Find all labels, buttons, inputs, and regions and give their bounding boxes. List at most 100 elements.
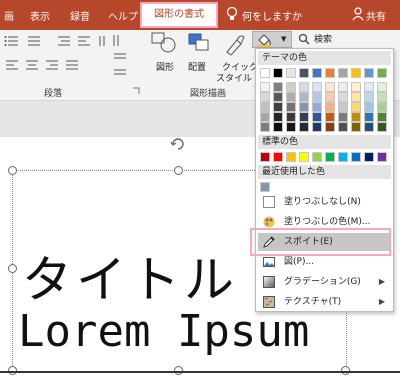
theme-shade-swatch[interactable] (377, 112, 387, 122)
theme-shade-swatch[interactable] (299, 112, 309, 122)
theme-shade-swatch[interactable] (325, 82, 335, 92)
theme-color-swatch[interactable] (299, 68, 309, 78)
share-button[interactable]: 共有 (366, 8, 386, 23)
slide-body-text[interactable]: Lorem Ipsum (18, 306, 309, 357)
tab-shape-format[interactable]: 図形の書式 (140, 2, 218, 28)
theme-shade-swatch[interactable] (351, 112, 361, 122)
theme-shade-swatch[interactable] (338, 82, 348, 92)
shapes-icon[interactable] (150, 31, 178, 58)
theme-shade-swatch[interactable] (299, 102, 309, 112)
theme-shade-swatch[interactable] (364, 102, 374, 112)
theme-shade-swatch[interactable] (286, 112, 296, 122)
theme-shade-swatch[interactable] (338, 122, 348, 132)
theme-color-swatch[interactable] (312, 68, 322, 78)
theme-shade-swatch[interactable] (273, 82, 283, 92)
theme-shade-swatch[interactable] (351, 102, 361, 112)
theme-shade-swatch[interactable] (286, 122, 296, 132)
theme-shade-swatch[interactable] (273, 122, 283, 132)
theme-shade-swatch[interactable] (377, 92, 387, 102)
theme-shade-swatch[interactable] (364, 122, 374, 132)
theme-shade-swatch[interactable] (325, 102, 335, 112)
theme-color-swatch[interactable] (364, 68, 374, 78)
resize-handle[interactable] (8, 264, 17, 273)
theme-shade-swatch[interactable] (260, 102, 270, 112)
theme-shade-swatch[interactable] (312, 82, 322, 92)
theme-shade-swatch[interactable] (377, 102, 387, 112)
theme-shade-swatch[interactable] (260, 122, 270, 132)
theme-shade-swatch[interactable] (312, 122, 322, 132)
theme-shade-swatch[interactable] (338, 92, 348, 102)
theme-shade-swatch[interactable] (325, 112, 335, 122)
arrange-button[interactable]: 配置 (188, 60, 206, 73)
theme-shade-swatch[interactable] (312, 92, 322, 102)
theme-shade-swatch[interactable] (286, 82, 296, 92)
theme-shade-swatch[interactable] (286, 92, 296, 102)
theme-shade-swatch[interactable] (260, 112, 270, 122)
theme-shade-swatch[interactable] (351, 92, 361, 102)
theme-shade-swatch[interactable] (312, 102, 322, 112)
theme-shade-swatch[interactable] (377, 122, 387, 132)
theme-shade-swatch[interactable] (338, 112, 348, 122)
theme-color-swatch[interactable] (325, 68, 335, 78)
dialog-launcher-icon[interactable] (132, 87, 140, 98)
theme-shade-swatch[interactable] (312, 112, 322, 122)
indent-icon[interactable] (56, 34, 116, 51)
theme-shade-swatch[interactable] (351, 82, 361, 92)
theme-color-swatch[interactable] (273, 68, 283, 78)
resize-handle[interactable] (8, 166, 17, 175)
theme-shade-swatch[interactable] (377, 82, 387, 92)
theme-shade-swatch[interactable] (351, 122, 361, 132)
theme-shade-swatch[interactable] (286, 102, 296, 112)
theme-shade-swatch[interactable] (364, 82, 374, 92)
tab-help[interactable]: ヘルプ (108, 8, 138, 23)
standard-color-swatch[interactable] (299, 152, 309, 162)
theme-color-swatch[interactable] (260, 68, 270, 78)
quick-style-button[interactable]: スタイル (216, 71, 252, 84)
standard-color-swatch[interactable] (338, 152, 348, 162)
standard-color-swatch[interactable] (377, 152, 387, 162)
tab-recording[interactable]: 録音 (70, 8, 90, 23)
tab-design[interactable]: 画 (4, 8, 14, 23)
theme-shade-swatch[interactable] (260, 82, 270, 92)
shapes-button[interactable]: 図形 (156, 60, 174, 73)
theme-color-swatch[interactable] (286, 68, 296, 78)
theme-color-swatch[interactable] (338, 68, 348, 78)
standard-color-swatch[interactable] (312, 152, 322, 162)
texture-item[interactable]: テクスチャ(T) ▶ (258, 293, 391, 311)
theme-shade-swatch[interactable] (273, 92, 283, 102)
tell-me-search[interactable]: 何をしますか (242, 8, 302, 23)
theme-shade-swatch[interactable] (299, 122, 309, 132)
theme-shade-swatch[interactable] (338, 102, 348, 112)
no-fill-item[interactable]: 塗りつぶしなし(N) (258, 193, 391, 211)
gradient-item[interactable]: グラデーション(G) ▶ (258, 273, 391, 291)
text-direction-icon[interactable] (110, 32, 134, 83)
quick-style-icon[interactable] (222, 31, 248, 60)
theme-shade-swatch[interactable] (364, 112, 374, 122)
shape-fill-dropdown-button[interactable]: ▼ (252, 31, 292, 48)
slide-title[interactable]: タイトル (22, 240, 238, 312)
theme-shade-swatch[interactable] (273, 102, 283, 112)
recent-color-swatch[interactable] (260, 182, 270, 192)
theme-shade-swatch[interactable] (325, 122, 335, 132)
theme-color-swatch[interactable] (377, 68, 387, 78)
rotate-handle-icon[interactable] (170, 136, 186, 155)
theme-shade-swatch[interactable] (299, 92, 309, 102)
align-icons[interactable] (4, 58, 84, 75)
resize-handle[interactable] (174, 166, 183, 175)
theme-shade-swatch[interactable] (273, 112, 283, 122)
arrange-icon[interactable] (186, 31, 214, 58)
theme-shade-swatch[interactable] (299, 82, 309, 92)
bullets-icon[interactable] (4, 34, 44, 51)
theme-shade-swatch[interactable] (325, 92, 335, 102)
standard-color-swatch[interactable] (351, 152, 361, 162)
theme-shade-swatch[interactable] (364, 92, 374, 102)
share-person-icon[interactable] (352, 7, 364, 24)
standard-color-swatch[interactable] (260, 152, 270, 162)
standard-color-swatch[interactable] (364, 152, 374, 162)
theme-color-swatch[interactable] (351, 68, 361, 78)
standard-color-swatch[interactable] (273, 152, 283, 162)
theme-shade-swatch[interactable] (260, 92, 270, 102)
standard-color-swatch[interactable] (325, 152, 335, 162)
standard-color-swatch[interactable] (286, 152, 296, 162)
tab-view[interactable]: 表示 (30, 8, 50, 23)
